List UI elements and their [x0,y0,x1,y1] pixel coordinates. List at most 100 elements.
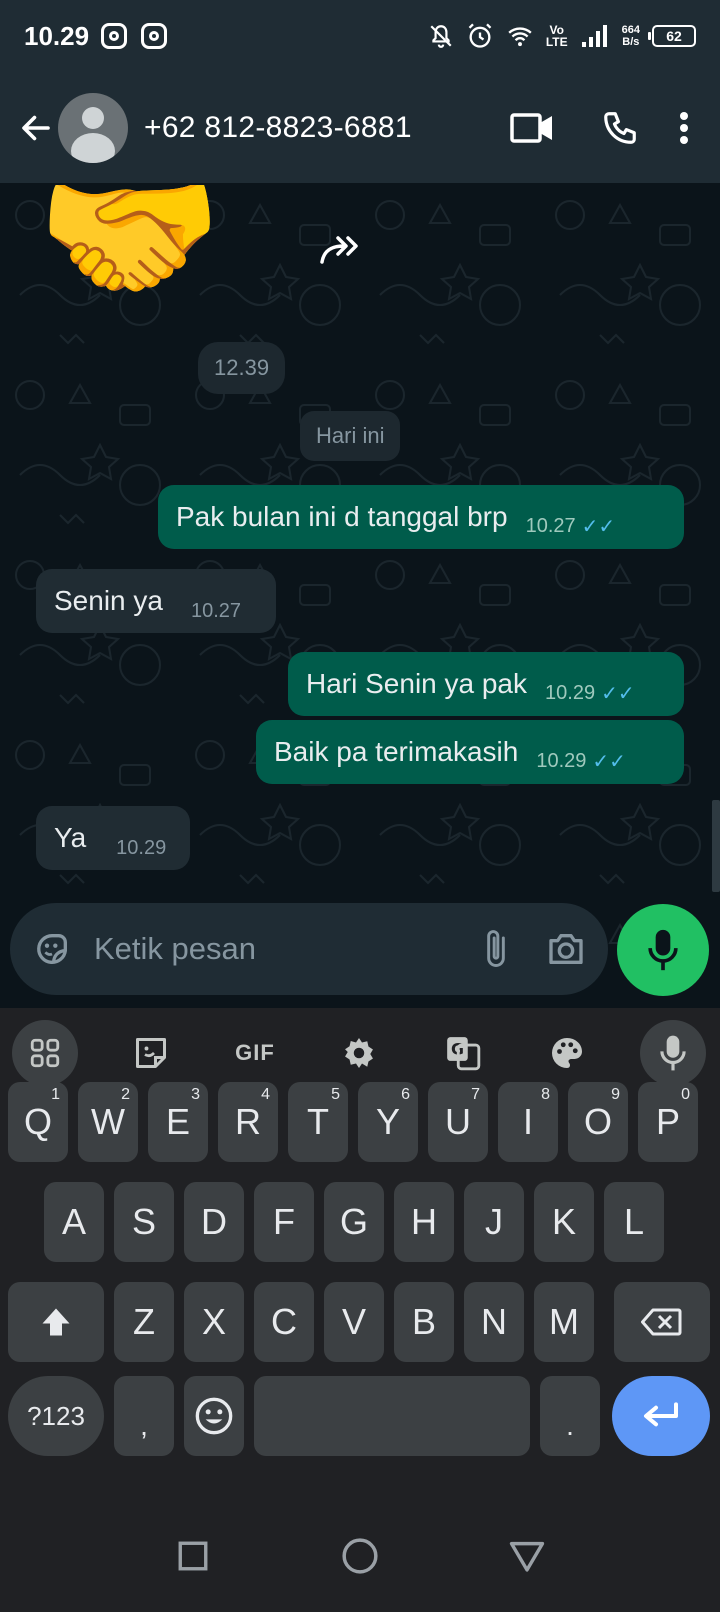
key-label: N [481,1301,507,1342]
key-f[interactable]: F [254,1182,314,1262]
avatar-body [71,132,115,163]
sticker-time: 12.39 [198,342,286,394]
key-a[interactable]: A [44,1182,104,1262]
voice-message-button[interactable] [617,904,709,996]
key-hint: 4 [261,1086,270,1103]
key-p[interactable]: P0 [638,1082,698,1162]
message-composer: Ketik pesan [10,903,608,995]
key-d[interactable]: D [184,1182,244,1262]
shift-icon [42,1308,70,1336]
read-receipt-icon: ✓✓ [601,683,635,705]
camera-button[interactable] [546,927,586,971]
message-bubble[interactable]: Baik pa terimakasih 10.29 ✓✓ [256,720,684,784]
microphone-icon [660,1035,686,1071]
key-label: Y [375,1101,400,1142]
gif-label: GIF [235,1040,275,1065]
message-bubble[interactable]: Ya 10.29 [36,806,190,870]
home-button[interactable] [330,1526,390,1586]
message-time: 10.29 [536,750,587,772]
back-button[interactable] [16,108,56,148]
sticker-icon [136,1038,166,1068]
shift-key[interactable] [8,1282,104,1362]
key-r[interactable]: R4 [218,1082,278,1162]
key-z[interactable]: Z [114,1282,174,1362]
message-bubble[interactable]: Senin ya 10.27 [36,569,276,633]
system-navigation-bar [0,1500,720,1612]
emoji-key[interactable] [184,1376,244,1456]
key-w[interactable]: W2 [78,1082,138,1162]
square-icon [178,1541,208,1571]
key-label: U [445,1101,471,1142]
key-m[interactable]: M [534,1282,594,1362]
key-u[interactable]: U7 [428,1082,488,1162]
paperclip-icon [487,930,505,967]
video-call-button[interactable] [488,98,576,158]
symbols-key[interactable]: ?123 [8,1376,104,1456]
back-nav-button[interactable] [497,1526,557,1586]
chat-area[interactable]: 🤝 12.39 Hari ini Pak bulan ini d tanggal… [0,185,720,980]
sticker-button[interactable] [32,929,72,969]
wifi-icon [508,27,532,47]
emoji-sticker-button[interactable] [118,1020,184,1086]
comma-key[interactable]: , [114,1376,174,1456]
key-g[interactable]: G [324,1182,384,1262]
avatar-head [82,106,104,129]
contact-name[interactable]: +62 812-8823-6881 [144,111,412,145]
key-i[interactable]: I8 [498,1082,558,1162]
alarm-icon [468,23,492,48]
voice-call-button[interactable] [576,98,664,158]
message-text: Baik pa terimakasih [274,736,519,767]
forward-button[interactable] [310,220,370,280]
recents-button[interactable] [163,1526,223,1586]
message-input[interactable]: Ketik pesan [94,931,446,967]
key-k[interactable]: K [534,1182,594,1262]
key-label: D [201,1201,227,1242]
backspace-key[interactable] [614,1282,710,1362]
key-e[interactable]: E3 [148,1082,208,1162]
translate-button[interactable]: G [430,1020,496,1086]
theme-button[interactable] [534,1020,600,1086]
more-options-button[interactable] [664,98,704,158]
message-text: Ya [54,822,87,853]
attach-button[interactable] [476,927,516,971]
key-v[interactable]: V [324,1282,384,1362]
key-q[interactable]: Q1 [8,1082,68,1162]
status-time: 10.29 [24,20,90,51]
apps-grid-button[interactable] [12,1020,78,1086]
enter-key[interactable] [612,1376,710,1456]
key-label: T [307,1101,329,1142]
key-b[interactable]: B [394,1282,454,1362]
key-y[interactable]: Y6 [358,1082,418,1162]
key-n[interactable]: N [464,1282,524,1362]
key-label: P [655,1101,680,1142]
space-key[interactable] [254,1376,530,1456]
sticker-message[interactable]: 🤝 [36,185,223,325]
message-bubble[interactable]: Hari Senin ya pak 10.29 ✓✓ [288,652,684,716]
key-s[interactable]: S [114,1182,174,1262]
sticker-icon [37,934,67,964]
period-key[interactable]: . [540,1376,600,1456]
key-h[interactable]: H [394,1182,454,1262]
message-bubble[interactable]: Pak bulan ini d tanggal brp 10.27 ✓✓ [158,485,684,549]
settings-button[interactable] [326,1020,392,1086]
gif-button[interactable]: GIF [222,1020,288,1086]
key-hint: 8 [541,1086,550,1103]
key-x[interactable]: X [184,1282,244,1362]
grid-icon [30,1038,60,1068]
key-o[interactable]: O9 [568,1082,628,1162]
key-t[interactable]: T5 [288,1082,348,1162]
key-label: . [566,1410,574,1441]
message-text: Senin ya [54,585,163,616]
scrollbar-thumb[interactable] [712,800,720,892]
key-l[interactable]: L [604,1182,664,1262]
network-speed-unit: B/s [622,36,640,48]
message-meta: 10.29 ✓✓ [545,681,635,706]
network-speed: 664 B/s [622,24,640,48]
key-hint: 2 [121,1086,130,1103]
avatar[interactable] [58,92,128,163]
voice-typing-button[interactable] [640,1020,706,1086]
key-j[interactable]: J [464,1182,524,1262]
key-c[interactable]: C [254,1282,314,1362]
smiley-icon [195,1397,233,1435]
key-label: A [61,1201,86,1242]
